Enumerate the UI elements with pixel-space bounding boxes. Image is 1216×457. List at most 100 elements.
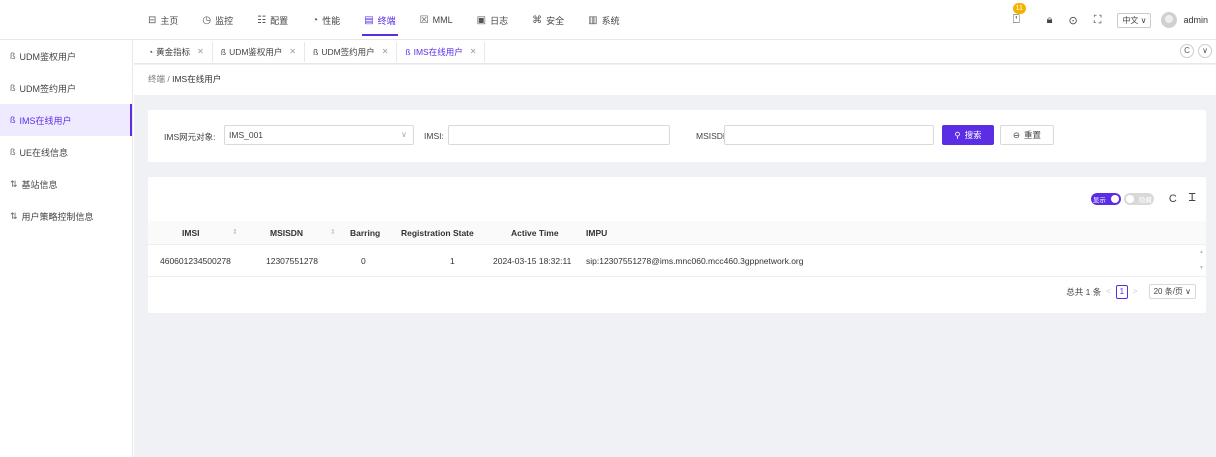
tab-3[interactable]: ß IMS在线用户 ✕	[397, 41, 486, 62]
prev-page-icon[interactable]: <	[1106, 287, 1111, 296]
sidebar: ß UDM鉴权用户 ß UDM签约用户 ß IMS在线用户 ß UE在线信息 ⇅ 基站信息 ⇅ 用户策…	[0, 40, 133, 457]
config-icon: ☷	[257, 14, 267, 26]
column-header-imsi[interactable]: IMSI	[182, 221, 199, 245]
reset-button[interactable]: ⊖ 重置	[1000, 125, 1054, 145]
menu-icon: ß	[10, 83, 16, 93]
nav-item-7[interactable]: ⌘ 安全	[532, 0, 564, 40]
close-icon[interactable]: ✕	[470, 47, 477, 56]
menu-icon: ß	[10, 147, 16, 157]
column-header-barring: Barring	[350, 228, 381, 238]
mml-icon: ☒	[419, 14, 429, 26]
tab-label: UDM签约用户	[321, 46, 375, 57]
msisdn-input[interactable]	[724, 125, 934, 145]
lock-icon[interactable]: 🔒︎	[1047, 14, 1053, 27]
tab-label: 黄金指标	[156, 46, 191, 57]
username[interactable]: admin	[1183, 15, 1208, 25]
sidebar-item-1[interactable]: ß UDM签约用户	[0, 72, 132, 104]
search-button-label: 搜索	[964, 130, 982, 140]
next-page-icon[interactable]: >	[1133, 287, 1138, 296]
monitor-icon: ◷	[202, 14, 212, 26]
sort-icon[interactable]: ⇕	[232, 221, 238, 245]
notification-badge: 11	[1012, 3, 1026, 14]
table-row[interactable]: 460601234500278 12307551278 0 1 2024-03-…	[148, 245, 1206, 277]
nav-item-5[interactable]: ☒ MML	[420, 0, 453, 40]
reset-icon: ⊖	[1012, 129, 1021, 140]
nav-item-0[interactable]: ⊟ 主页	[148, 0, 178, 40]
breadcrumb-parent[interactable]: 终端	[148, 74, 165, 84]
menu-icon: ß	[10, 51, 16, 61]
column-height-icon[interactable]: Ꮖ	[1189, 192, 1196, 205]
language-select[interactable]: 中文 ∨	[1117, 12, 1152, 28]
nav-item-3[interactable]: ◔ 性能	[312, 0, 340, 40]
toggle-knob	[1125, 194, 1134, 203]
hide-toggle-label: 隐藏	[1138, 196, 1152, 204]
scroll-up-icon[interactable]: ▲	[1199, 249, 1204, 255]
ne-object-select[interactable]: IMS_001 ∨	[224, 125, 414, 145]
nav-item-label: 性能	[322, 15, 341, 26]
scroll-down-icon[interactable]: ▼	[1199, 265, 1204, 271]
chevron-down-icon[interactable]: ∨	[1198, 44, 1212, 58]
sidebar-item-0[interactable]: ß UDM鉴权用户	[0, 40, 132, 72]
page-number-button[interactable]: 1	[1115, 284, 1128, 299]
toggle-knob	[1110, 194, 1119, 203]
sort-icon[interactable]: ⇕	[330, 221, 336, 245]
table-scrollbar[interactable]: ▲ ▼	[1198, 245, 1206, 277]
tab-icon: ß	[405, 46, 411, 57]
bell-glyph: ⍞	[1012, 12, 1020, 26]
help-icon[interactable]: ⊙	[1068, 14, 1077, 27]
sidebar-item-label: IMS在线用户	[19, 115, 72, 126]
avatar[interactable]	[1161, 12, 1178, 28]
nav-item-2[interactable]: ☷ 配置	[257, 0, 288, 40]
menu-icon: ß	[10, 115, 16, 125]
nav-item-label: 监控	[215, 15, 234, 26]
tab-0[interactable]: ◔ 黄金指标 ✕	[140, 41, 213, 62]
tab-label: IMS在线用户	[413, 46, 463, 57]
tab-list: ◔ 黄金指标 ✕ ß UDM鉴权用户 ✕ ß UDM签约用户 ✕ ß IMS在线用户 ✕	[140, 41, 486, 62]
performance-icon: ◔	[312, 14, 319, 26]
notification-bell-icon[interactable]: 11 ⍞	[1012, 3, 1029, 28]
column-header-msisdn[interactable]: MSISDN	[270, 221, 303, 245]
show-toggle[interactable]: 显示	[1090, 192, 1121, 205]
sidebar-item-2[interactable]: ß IMS在线用户	[0, 104, 132, 136]
table-tools: 显示 隐藏 C Ꮖ	[1090, 192, 1196, 205]
cell-barring: 0	[361, 256, 366, 266]
cell-registration-state: 1	[450, 256, 455, 266]
nav-item-label: 配置	[270, 15, 289, 26]
search-icon: ⚲	[954, 129, 961, 140]
terminal-icon: ▤	[364, 14, 374, 26]
sidebar-item-3[interactable]: ß UE在线信息	[0, 136, 132, 168]
pagination: 总共 1 条 < 1 > 20 条/页 ∨	[1066, 284, 1196, 299]
sidebar-item-label: 基站信息	[21, 179, 58, 190]
column-header-impu: IMPU	[586, 228, 608, 238]
hide-toggle[interactable]: 隐藏	[1123, 192, 1154, 205]
close-icon[interactable]: ✕	[289, 47, 296, 56]
tab-2[interactable]: ß UDM签约用户 ✕	[305, 41, 398, 62]
search-button[interactable]: ⚲ 搜索	[942, 125, 994, 145]
nav-item-4[interactable]: ▤ 终端	[362, 0, 399, 40]
refresh-icon[interactable]: C	[1180, 44, 1194, 58]
nav-item-label: 系统	[601, 15, 620, 26]
sidebar-item-label: 用户策略控制信息	[21, 211, 94, 222]
nav-item-label: MML	[432, 15, 453, 25]
imsi-input[interactable]	[448, 125, 670, 145]
nav-item-6[interactable]: ▣ 日志	[477, 0, 508, 40]
tab-icon: ß	[220, 46, 227, 57]
nav-item-8[interactable]: ▥ 系统	[588, 0, 619, 40]
sidebar-item-4[interactable]: ⇅ 基站信息	[0, 168, 132, 200]
sidebar-item-5[interactable]: ⇅ 用户策略控制信息	[0, 200, 132, 232]
menu-icon: ⇅	[10, 178, 18, 189]
fullscreen-icon[interactable]: ⛶	[1094, 14, 1102, 27]
imsi-label: IMSI:	[424, 131, 444, 141]
header-tools: 11 ⍞ 🔒︎ ⊙ ⛶ 中文 ∨ admin	[1012, 0, 1208, 40]
reload-icon[interactable]: C	[1169, 193, 1177, 205]
tab-bar-tools: C ∨	[1176, 44, 1212, 58]
tab-1[interactable]: ß UDM鉴权用户 ✕	[213, 41, 306, 62]
nav-item-1[interactable]: ◷ 监控	[202, 0, 233, 40]
page-size-select[interactable]: 20 条/页 ∨	[1148, 284, 1196, 299]
column-header-registration-state: Registration State	[401, 228, 474, 238]
nav-item-label: 终端	[377, 15, 396, 26]
close-icon[interactable]: ✕	[197, 47, 204, 56]
pagination-total: 总共 1 条	[1066, 286, 1102, 297]
breadcrumb: 终端 / IMS在线用户	[134, 65, 1216, 95]
close-icon[interactable]: ✕	[382, 47, 389, 56]
